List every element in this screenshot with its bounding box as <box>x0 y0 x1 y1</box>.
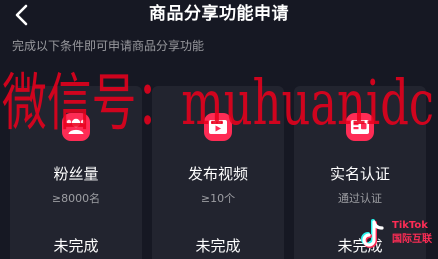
id-card-icon <box>345 112 375 142</box>
card-title: 实名认证 <box>329 165 390 183</box>
card-requirement: ≥10个 <box>200 192 236 205</box>
app-screen: 商品分享功能申请 完成以下条件即可申请商品分享功能 粉丝量 ≥8000名 未完成 <box>0 0 438 259</box>
page-title: 商品分享功能申请 <box>149 4 289 24</box>
card-requirement: 通过认证 <box>338 192 382 205</box>
card-title: 粉丝量 <box>53 165 99 183</box>
nav-bar: 商品分享功能申请 <box>0 0 438 32</box>
tiktok-brand-label: TikTok <box>392 220 428 231</box>
requirement-card-followers: 粉丝量 ≥8000名 未完成 <box>10 86 142 259</box>
tiktok-logo-icon <box>361 219 384 248</box>
tiktok-subtitle: 国际互联 <box>392 234 432 245</box>
card-status: 未完成 <box>53 237 99 255</box>
intro-text: 完成以下条件即可申请商品分享功能 <box>12 39 205 53</box>
tiktok-badge: TikTok 国际互联 <box>360 210 438 259</box>
card-requirement: ≥8000名 <box>51 192 101 205</box>
followers-icon <box>61 112 91 142</box>
video-icon <box>203 112 233 142</box>
requirement-card-video: 发布视频 ≥10个 未完成 <box>152 86 284 259</box>
card-status: 未完成 <box>195 237 241 255</box>
card-title: 发布视频 <box>187 165 248 183</box>
